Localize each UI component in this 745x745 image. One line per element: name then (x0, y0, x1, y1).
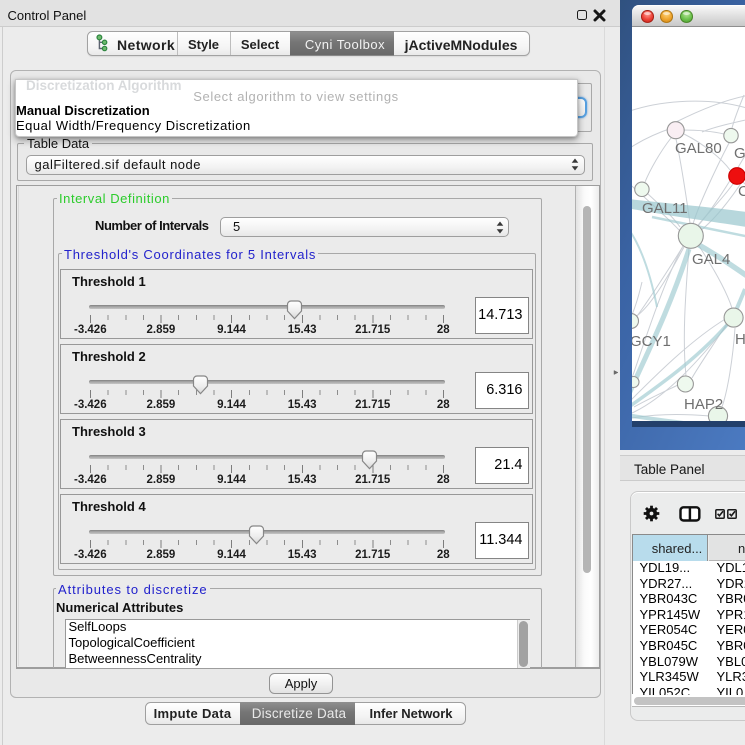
svg-text:GCY1: GCY1 (632, 333, 671, 350)
svg-text:HAP2: HAP2 (684, 396, 723, 413)
svg-text:GA: GA (734, 145, 745, 162)
svg-text:GAL11: GAL11 (642, 200, 688, 217)
svg-text:GAL4: GAL4 (692, 251, 730, 268)
svg-text:GAL80: GAL80 (675, 140, 722, 157)
svg-text:H: H (735, 331, 745, 348)
svg-text:C: C (738, 183, 745, 200)
